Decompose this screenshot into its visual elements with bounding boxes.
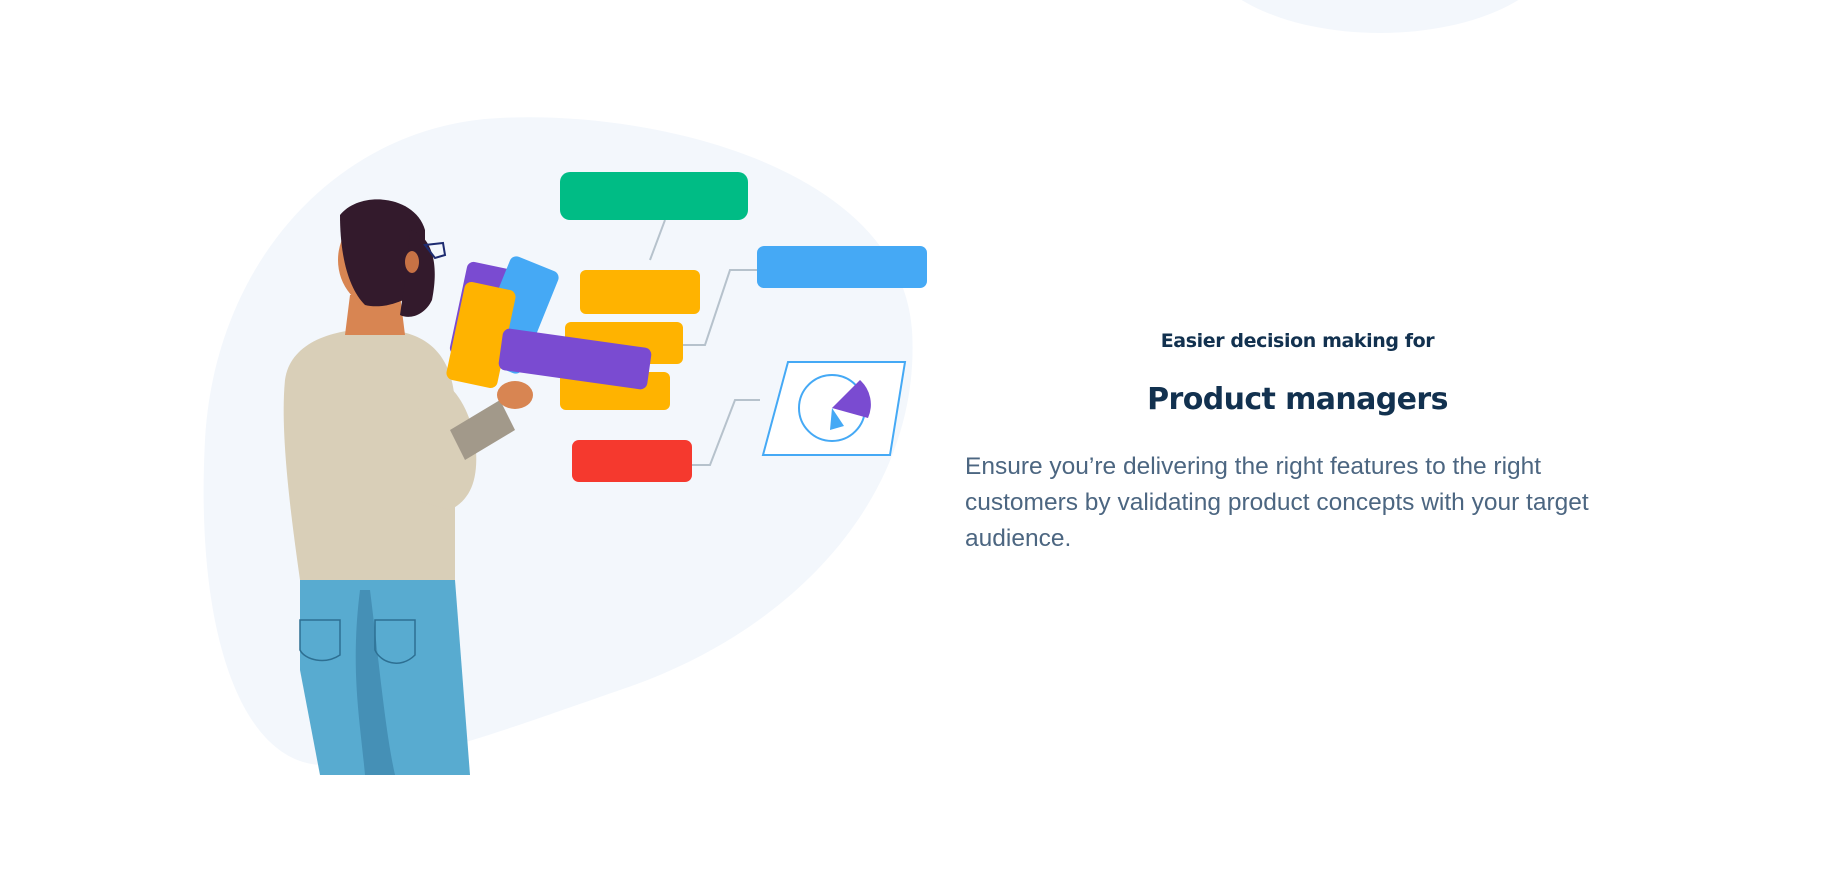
feature-title: Product managers	[1147, 382, 1448, 417]
yellow-card-top	[580, 270, 700, 314]
blue-card	[757, 246, 927, 288]
feature-eyebrow: Easier decision making for	[1160, 330, 1435, 352]
pie-chart-card	[761, 361, 907, 456]
feature-content: Easier decision making for Product manag…	[965, 330, 1625, 557]
feature-description: Ensure you’re delivering the right featu…	[965, 453, 1589, 552]
green-card	[560, 172, 748, 220]
decorative-blob	[1200, 0, 1560, 33]
product-manager-illustration	[203, 117, 927, 775]
page: Easier decision making for Product manag…	[0, 0, 1835, 883]
red-card	[572, 440, 692, 482]
